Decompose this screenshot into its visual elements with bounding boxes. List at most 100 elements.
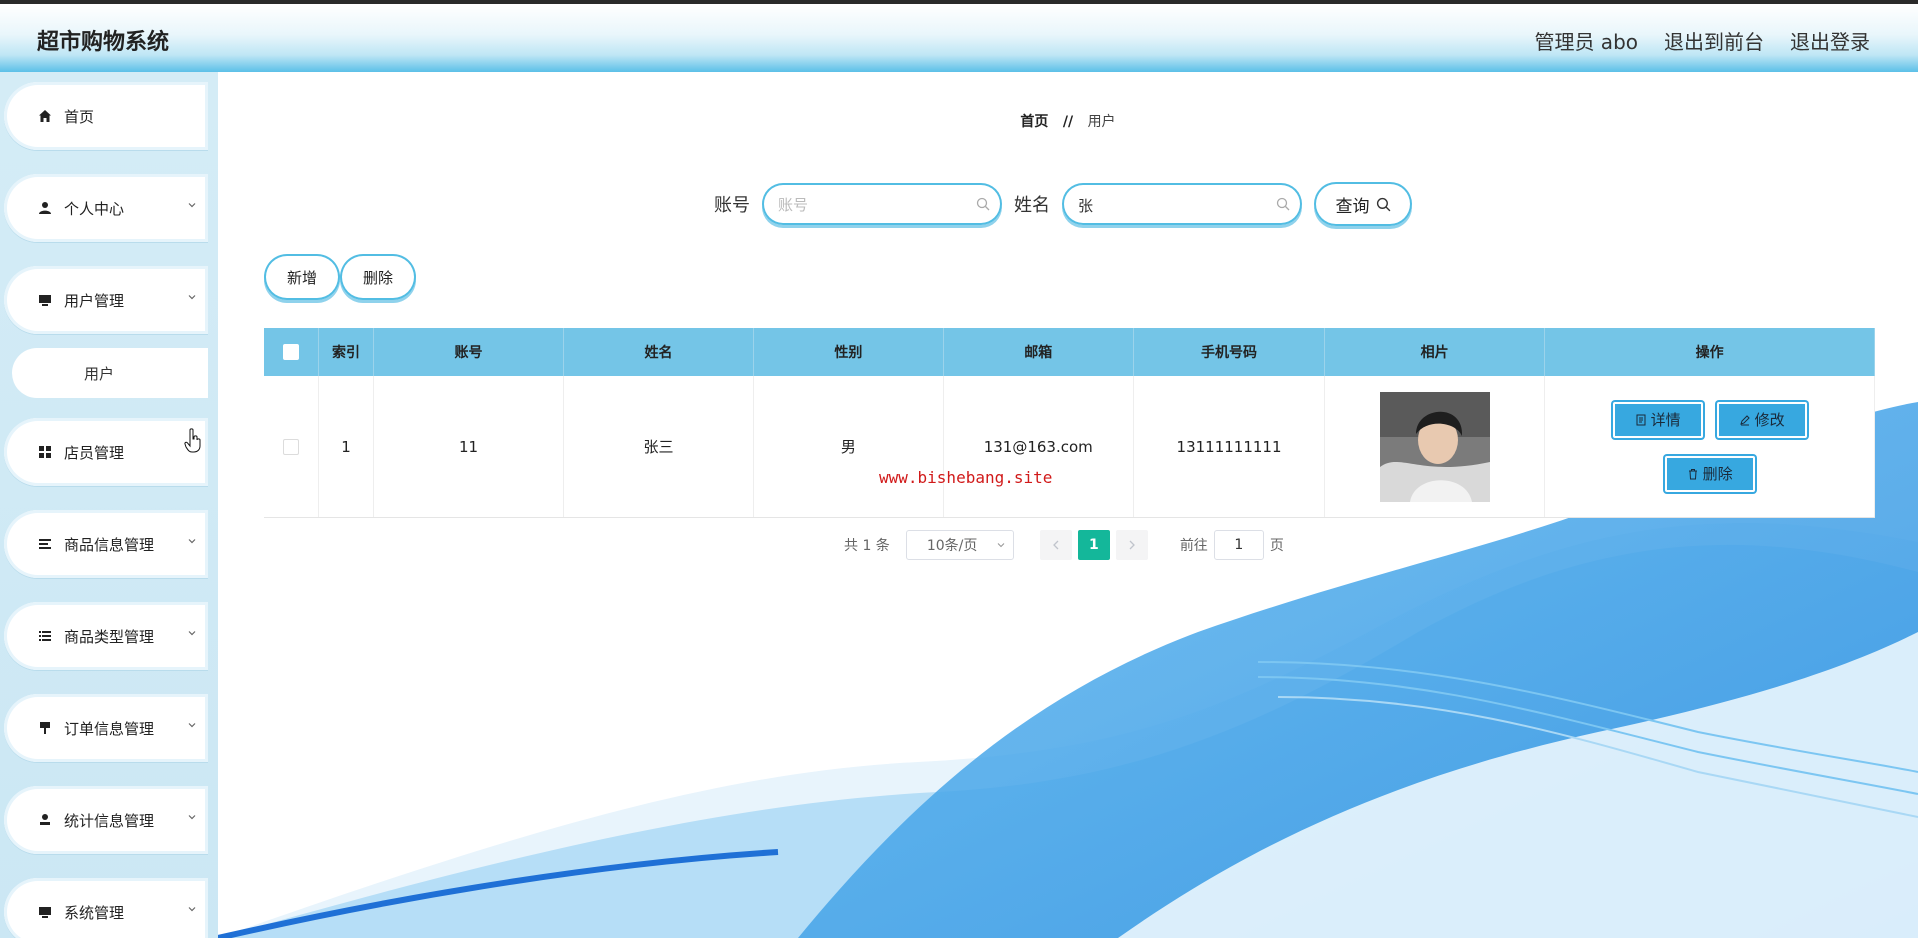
sidebar-item-label: 用户管理 <box>64 291 125 310</box>
chevron-down-icon <box>188 631 196 636</box>
top-header: 超市购物系统 管理员 abo 退出到前台 退出登录 <box>0 4 1918 72</box>
search-icon <box>1276 197 1290 211</box>
chevron-down-icon <box>188 539 196 544</box>
name-label: 姓名 <box>1014 195 1050 216</box>
sidebar-item-label: 统计信息管理 <box>64 811 155 830</box>
cell-account: 11 <box>373 376 564 518</box>
account-search-field <box>762 183 1002 227</box>
query-button[interactable]: 查询 <box>1314 182 1412 226</box>
page-size-select[interactable]: 10条/页 <box>905 530 1014 560</box>
search-icon <box>1376 197 1390 211</box>
cell-gender: 男 <box>753 376 944 518</box>
row-select-cell <box>264 376 319 518</box>
page-suffix: 页 <box>1269 538 1284 554</box>
document-icon <box>1636 414 1646 425</box>
page-size-value: 10条/页 <box>926 538 978 554</box>
cell-phone: 13111111111 <box>1133 376 1326 518</box>
grid-icon <box>37 444 53 460</box>
table-row: 1 11 张三 男 131@163.com 13111111111 详情 修改 … <box>264 376 1875 518</box>
table-actions: 新增 删除 <box>264 254 416 300</box>
column-header[interactable]: 手机号码 <box>1133 328 1326 376</box>
batch-delete-button[interactable]: 删除 <box>340 254 416 300</box>
column-header[interactable]: 姓名 <box>563 328 755 376</box>
sidebar-item-statistics[interactable]: 统计信息管理 <box>4 786 208 854</box>
chevron-right-icon <box>1129 540 1135 550</box>
brush-icon <box>37 720 53 736</box>
column-header[interactable]: 操作 <box>1544 328 1875 376</box>
chevron-left-icon <box>1052 540 1059 550</box>
breadcrumb-current: 用户 <box>1087 114 1116 130</box>
column-header[interactable]: 索引 <box>318 328 375 376</box>
sidebar-item-label: 商品类型管理 <box>64 627 155 646</box>
logout-link[interactable]: 退出登录 <box>1790 26 1870 55</box>
user-stand-icon <box>37 812 53 828</box>
delete-button[interactable]: 删除 <box>1664 455 1755 492</box>
sidebar: 首页 个人中心 用户管理 用户 店员管理 商品信息管理 商品类型管理 订单信息管… <box>0 72 218 938</box>
sidebar-item-product-type[interactable]: 商品类型管理 <box>4 602 208 670</box>
breadcrumb: 首页 // 用户 <box>218 111 1918 131</box>
delete-button-label: 删除 <box>1702 465 1733 483</box>
add-button[interactable]: 新增 <box>264 254 340 300</box>
person-icon <box>37 200 53 216</box>
next-page-button[interactable] <box>1115 530 1148 560</box>
home-icon <box>37 108 53 124</box>
sidebar-item-personal-center[interactable]: 个人中心 <box>4 174 208 242</box>
chevron-down-icon <box>997 543 1005 548</box>
goto-page-input[interactable]: 1 <box>1213 530 1264 560</box>
sidebar-item-home[interactable]: 首页 <box>4 82 208 150</box>
main-content: 首页 // 用户 账号 姓名 查询 新增 删除 索引 账号 姓名 <box>218 72 1918 938</box>
select-all-checkbox[interactable] <box>282 344 299 360</box>
cell-name: 张三 <box>563 376 755 518</box>
breadcrumb-home[interactable]: 首页 <box>1020 114 1048 130</box>
hand-cursor-icon <box>184 428 201 453</box>
breadcrumb-separator: // <box>1062 114 1074 130</box>
sidebar-item-label: 首页 <box>64 107 95 126</box>
trash-icon <box>1688 468 1697 479</box>
edit-icon <box>1739 414 1750 425</box>
query-button-label: 查询 <box>1335 196 1370 217</box>
sidebar-subitem-label: 用户 <box>84 364 115 383</box>
edit-button-label: 修改 <box>1754 411 1785 429</box>
chevron-down-icon <box>188 907 196 912</box>
sidebar-item-user-management[interactable]: 用户管理 <box>4 266 208 334</box>
sidebar-subitem-users[interactable]: 用户 <box>12 348 208 398</box>
cell-index: 1 <box>318 376 375 518</box>
user-photo[interactable] <box>1379 391 1490 502</box>
sidebar-item-label: 个人中心 <box>64 199 125 218</box>
sidebar-item-label: 系统管理 <box>64 903 125 922</box>
sidebar-item-label: 商品信息管理 <box>64 535 155 554</box>
sidebar-item-system[interactable]: 系统管理 <box>4 878 208 938</box>
edit-button[interactable]: 修改 <box>1716 401 1807 438</box>
select-all-cell <box>264 328 319 376</box>
chevron-down-icon <box>188 815 196 820</box>
detail-button-label: 详情 <box>1650 411 1681 429</box>
name-search-input[interactable] <box>1076 183 1270 227</box>
cell-photo <box>1324 376 1546 518</box>
exit-to-front-link[interactable]: 退出到前台 <box>1664 26 1764 55</box>
pagination: 共 1 条 10条/页 1 前往 1 页 <box>844 530 1284 560</box>
sidebar-item-staff-management[interactable]: 店员管理 <box>4 418 208 486</box>
detail-button[interactable]: 详情 <box>1612 401 1703 438</box>
goto-label: 前往 <box>1179 538 1208 554</box>
column-header[interactable]: 相片 <box>1324 328 1546 376</box>
account-search-input[interactable] <box>776 183 970 227</box>
sidebar-item-order-info[interactable]: 订单信息管理 <box>4 694 208 762</box>
cell-operations: 详情 修改 删除 <box>1544 376 1875 518</box>
sidebar-item-product-info[interactable]: 商品信息管理 <box>4 510 208 578</box>
cell-email: 131@163.com <box>943 376 1134 518</box>
prev-page-button[interactable] <box>1039 530 1072 560</box>
column-header[interactable]: 性别 <box>753 328 944 376</box>
pagination-total: 共 1 条 <box>844 538 890 554</box>
column-header[interactable]: 账号 <box>373 328 564 376</box>
watermark-text: www.bishebang.site <box>879 468 1053 487</box>
page-number-button[interactable]: 1 <box>1077 530 1110 560</box>
chevron-down-icon <box>188 203 196 208</box>
chevron-down-icon <box>188 295 196 300</box>
name-search-field <box>1062 183 1302 227</box>
search-icon <box>976 197 990 211</box>
chevron-down-icon <box>188 723 196 728</box>
admin-user-label[interactable]: 管理员 abo <box>1534 26 1638 55</box>
row-checkbox[interactable] <box>282 439 299 455</box>
column-header[interactable]: 邮箱 <box>943 328 1134 376</box>
sidebar-item-label: 订单信息管理 <box>64 719 155 738</box>
